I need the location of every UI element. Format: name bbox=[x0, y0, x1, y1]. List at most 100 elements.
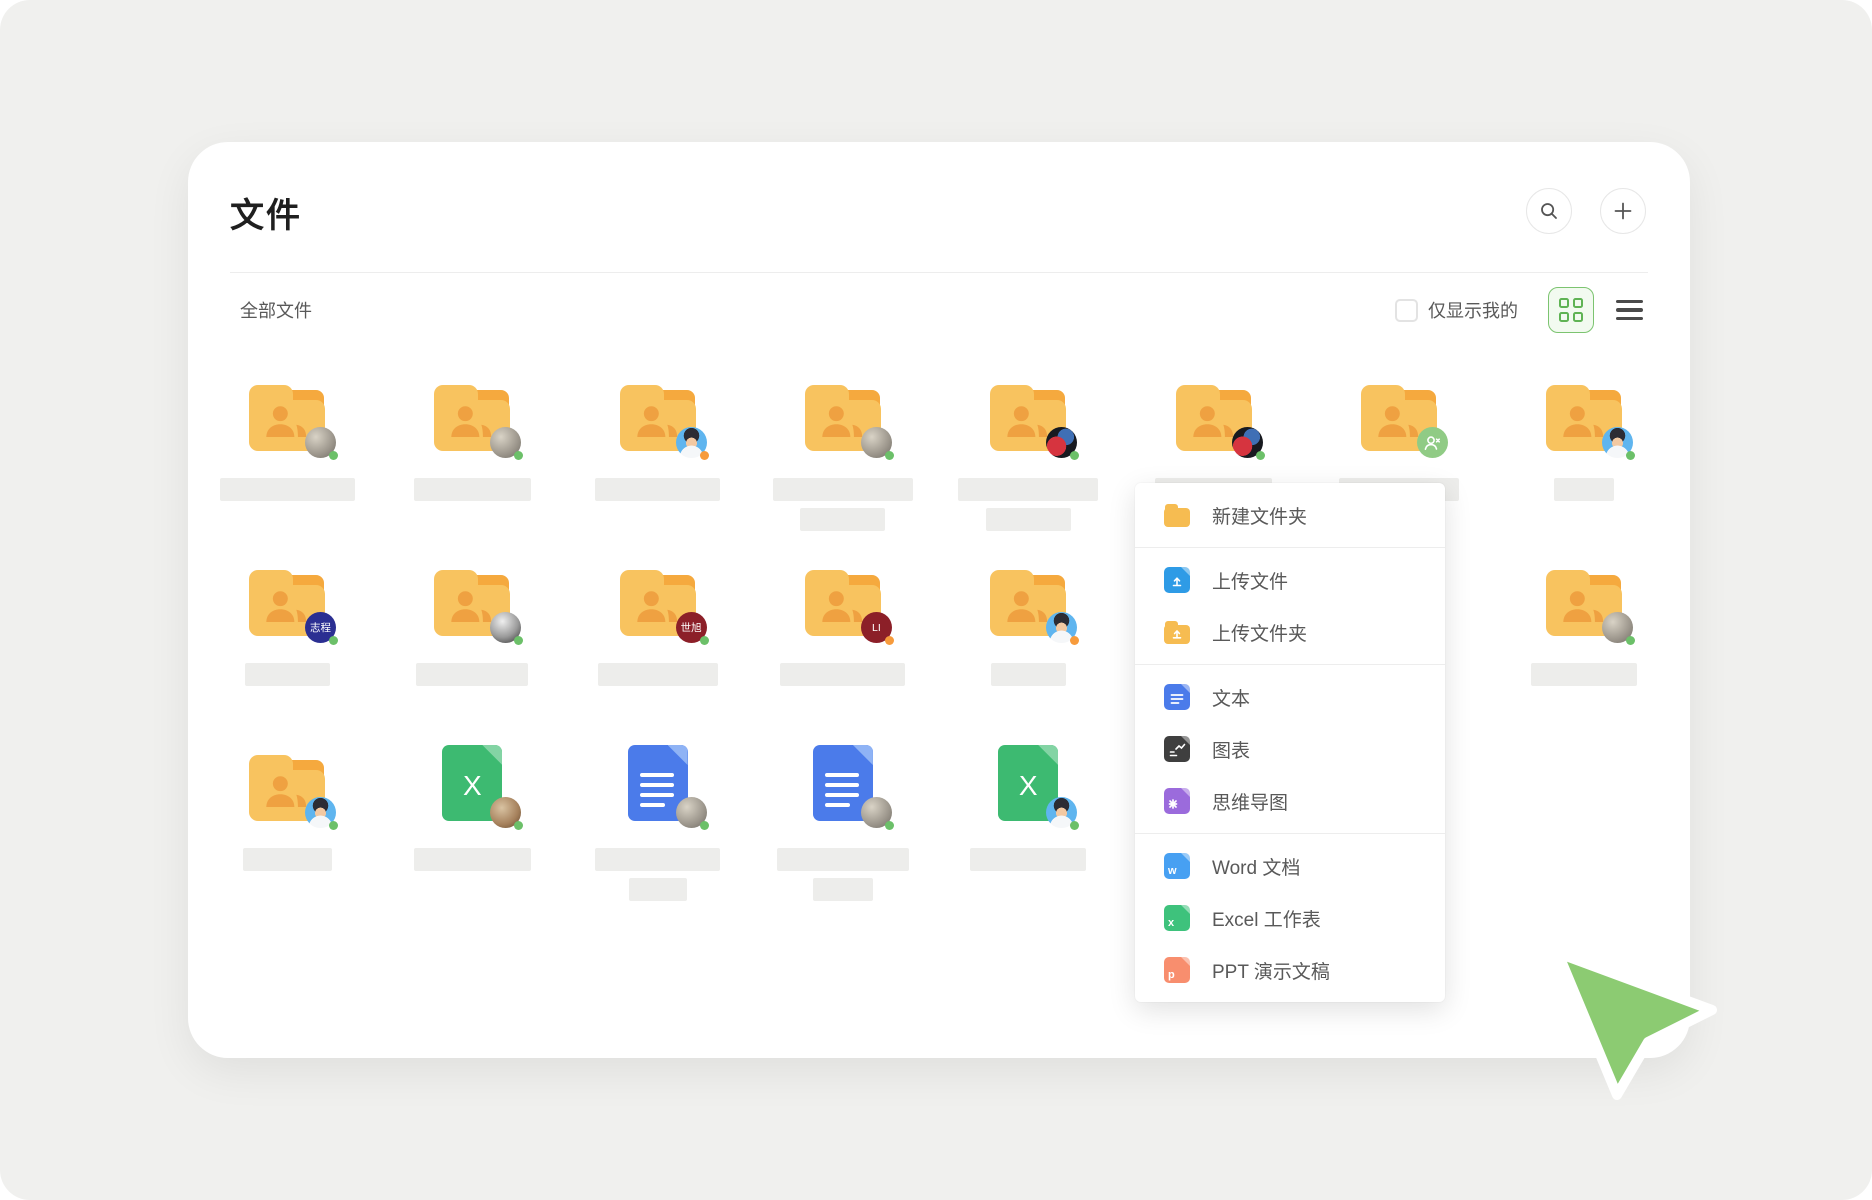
status-dot-green bbox=[1626, 451, 1635, 460]
doc-lines bbox=[640, 773, 674, 807]
avatar: 志程 bbox=[305, 612, 336, 643]
status-dot-orange bbox=[1070, 636, 1079, 645]
files-panel: 文件 全部文件 仅显示我的 bbox=[188, 142, 1690, 1058]
filename-placeholder bbox=[991, 663, 1066, 686]
mini-folder-body bbox=[1164, 508, 1190, 527]
placeholder-bar bbox=[773, 478, 913, 501]
file-icon-box: X bbox=[442, 739, 502, 821]
folder-item[interactable] bbox=[1492, 554, 1677, 686]
folder-item[interactable] bbox=[936, 369, 1121, 531]
folder-item[interactable]: LI bbox=[750, 554, 935, 686]
folder-item[interactable] bbox=[1492, 369, 1677, 501]
folder-item[interactable] bbox=[750, 369, 935, 531]
status-dot-green bbox=[329, 451, 338, 460]
folder-item[interactable] bbox=[565, 369, 750, 501]
folded-corner bbox=[853, 745, 873, 765]
filename-placeholder bbox=[245, 663, 330, 686]
filename-placeholder bbox=[243, 848, 332, 871]
avatar bbox=[305, 427, 336, 458]
file-item[interactable]: X bbox=[936, 739, 1121, 871]
file-icon-box bbox=[1361, 369, 1437, 451]
folder-item[interactable] bbox=[1306, 369, 1491, 501]
filename-placeholder bbox=[598, 663, 718, 686]
avatar bbox=[1602, 427, 1633, 458]
status-dot-green bbox=[514, 821, 523, 830]
folder-item[interactable] bbox=[1121, 369, 1306, 501]
people-glyph bbox=[1187, 401, 1241, 441]
file-item[interactable]: X bbox=[380, 739, 565, 871]
shared-members-badge bbox=[1417, 427, 1448, 458]
menu-group: 文本图表思维导图 bbox=[1135, 664, 1445, 833]
menu-item-doc-word[interactable]: w Word 文档 bbox=[1135, 840, 1445, 892]
file-item[interactable] bbox=[565, 739, 750, 901]
status-dot-green bbox=[885, 821, 894, 830]
avatar bbox=[305, 797, 336, 828]
placeholder-bar bbox=[800, 508, 885, 531]
filename-placeholder bbox=[414, 848, 531, 871]
file-grid: 志程世旭LIXX bbox=[188, 142, 1690, 1058]
status-dot-green bbox=[514, 451, 523, 460]
avatar bbox=[1602, 612, 1633, 643]
avatar-initials-text: LI bbox=[872, 622, 881, 634]
folder-item[interactable] bbox=[380, 554, 565, 686]
placeholder-bar bbox=[243, 848, 332, 871]
placeholder-bar bbox=[970, 848, 1086, 871]
filename-placeholder bbox=[414, 478, 531, 501]
status-dot-green bbox=[329, 636, 338, 645]
avatar bbox=[676, 797, 707, 828]
file-icon-box bbox=[249, 369, 325, 451]
file-icon-box bbox=[628, 739, 688, 821]
new-folder-icon bbox=[1164, 502, 1190, 528]
menu-item-doc-ppt[interactable]: pPPT 演示文稿 bbox=[1135, 944, 1445, 996]
folder-item[interactable]: 志程 bbox=[195, 554, 380, 686]
ppt-doc-icon: p bbox=[1164, 957, 1190, 983]
menu-item-doc-excel[interactable]: x Excel 工作表 bbox=[1135, 892, 1445, 944]
avatar bbox=[1046, 797, 1077, 828]
avatar-initials-text: 世旭 bbox=[681, 620, 702, 635]
status-dot-green bbox=[1070, 821, 1079, 830]
placeholder-bar bbox=[416, 663, 528, 686]
folder-item[interactable] bbox=[195, 369, 380, 501]
status-dot-orange bbox=[885, 636, 894, 645]
menu-group: w Word 文档 x Excel 工作表 pPPT 演示文稿 bbox=[1135, 833, 1445, 1002]
file-icon-box bbox=[1546, 554, 1622, 636]
filename-placeholder bbox=[416, 663, 528, 686]
status-dot-green bbox=[1626, 636, 1635, 645]
filename-placeholder bbox=[958, 478, 1098, 531]
file-icon-box bbox=[1176, 369, 1252, 451]
folder-item[interactable] bbox=[195, 739, 380, 871]
file-icon-box bbox=[813, 739, 873, 821]
menu-item-label: 上传文件 bbox=[1212, 567, 1288, 594]
word-doc-icon: w bbox=[1164, 853, 1190, 879]
file-icon-box: 志程 bbox=[249, 554, 325, 636]
status-dot-green bbox=[1070, 451, 1079, 460]
filename-placeholder bbox=[220, 478, 355, 501]
menu-item-label: Excel 工作表 bbox=[1212, 905, 1321, 932]
menu-item-doc-text[interactable]: 文本 bbox=[1135, 671, 1445, 723]
file-item[interactable] bbox=[750, 739, 935, 901]
menu-item-folder[interactable]: 新建文件夹 bbox=[1135, 489, 1445, 541]
menu-item-label: Word 文档 bbox=[1212, 853, 1300, 880]
folder-item[interactable] bbox=[380, 369, 565, 501]
avatar bbox=[861, 797, 892, 828]
placeholder-bar bbox=[780, 663, 905, 686]
filename-placeholder bbox=[1554, 478, 1614, 501]
filename-placeholder bbox=[773, 478, 913, 531]
folder-item[interactable]: 世旭 bbox=[565, 554, 750, 686]
placeholder-bar bbox=[220, 478, 355, 501]
menu-item-label: 图表 bbox=[1212, 736, 1250, 763]
folder-item[interactable] bbox=[936, 554, 1121, 686]
file-icon-box bbox=[620, 369, 696, 451]
menu-item-folder-upload[interactable]: 上传文件夹 bbox=[1135, 606, 1445, 658]
excel-doc-icon: x bbox=[1164, 905, 1190, 931]
avatar bbox=[1046, 427, 1077, 458]
avatar: 世旭 bbox=[676, 612, 707, 643]
menu-item-doc-chart[interactable]: 图表 bbox=[1135, 723, 1445, 775]
file-icon-box bbox=[249, 739, 325, 821]
placeholder-bar bbox=[986, 508, 1071, 531]
menu-item-file-upload[interactable]: 上传文件 bbox=[1135, 554, 1445, 606]
filename-placeholder bbox=[970, 848, 1086, 871]
filename-placeholder bbox=[595, 478, 720, 501]
menu-item-doc-mindmap[interactable]: 思维导图 bbox=[1135, 775, 1445, 827]
filename-placeholder bbox=[1531, 663, 1637, 686]
